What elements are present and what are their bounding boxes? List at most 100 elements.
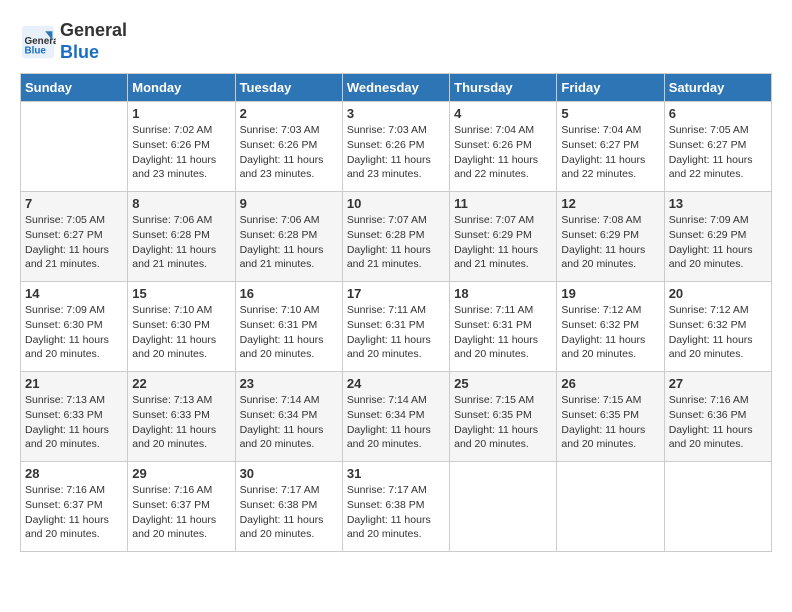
day-info: Sunrise: 7:17 AM Sunset: 6:38 PM Dayligh…	[347, 483, 445, 542]
day-header-wednesday: Wednesday	[342, 74, 449, 102]
day-number: 18	[454, 286, 552, 301]
day-number: 20	[669, 286, 767, 301]
day-cell: 5Sunrise: 7:04 AM Sunset: 6:27 PM Daylig…	[557, 102, 664, 192]
day-number: 10	[347, 196, 445, 211]
day-number: 28	[25, 466, 123, 481]
day-info: Sunrise: 7:16 AM Sunset: 6:37 PM Dayligh…	[132, 483, 230, 542]
day-info: Sunrise: 7:05 AM Sunset: 6:27 PM Dayligh…	[669, 123, 767, 182]
day-number: 27	[669, 376, 767, 391]
day-number: 24	[347, 376, 445, 391]
day-cell	[21, 102, 128, 192]
day-number: 23	[240, 376, 338, 391]
day-number: 19	[561, 286, 659, 301]
day-info: Sunrise: 7:09 AM Sunset: 6:29 PM Dayligh…	[669, 213, 767, 272]
day-number: 30	[240, 466, 338, 481]
day-info: Sunrise: 7:07 AM Sunset: 6:29 PM Dayligh…	[454, 213, 552, 272]
logo: General Blue General Blue	[20, 20, 127, 63]
day-number: 31	[347, 466, 445, 481]
day-cell: 8 Sunrise: 7:06 AM Sunset: 6:28 PM Daylig…	[128, 192, 235, 282]
day-info: Sunrise: 7:15 AM Sunset: 6:35 PM Dayligh…	[454, 393, 552, 452]
day-number: 25	[454, 376, 552, 391]
day-number: 15	[132, 286, 230, 301]
day-cell: 2 Sunrise: 7:03 AM Sunset: 6:26 PM Daylig…	[235, 102, 342, 192]
week-row-4: 21 Sunrise: 7:13 AM Sunset: 6:33 PM Dayli…	[21, 372, 772, 462]
day-number: 11	[454, 196, 552, 211]
day-cell: 26Sunrise: 7:15 AM Sunset: 6:35 PM Dayli…	[557, 372, 664, 462]
day-cell: 23 Sunrise: 7:14 AM Sunset: 6:34 PM Dayli…	[235, 372, 342, 462]
day-info: Sunrise: 7:07 AM Sunset: 6:28 PM Dayligh…	[347, 213, 445, 272]
day-info: Sunrise: 7:05 AM Sunset: 6:27 PM Dayligh…	[25, 213, 123, 272]
day-info: Sunrise: 7:11 AM Sunset: 6:31 PM Dayligh…	[454, 303, 552, 362]
day-cell: 25 Sunrise: 7:15 AM Sunset: 6:35 PM Dayli…	[450, 372, 557, 462]
calendar-table: SundayMondayTuesdayWednesdayThursdayFrid…	[20, 73, 772, 552]
day-info: Sunrise: 7:02 AM Sunset: 6:26 PM Dayligh…	[132, 123, 230, 182]
day-cell: 12Sunrise: 7:08 AM Sunset: 6:29 PM Dayli…	[557, 192, 664, 282]
day-info: Sunrise: 7:16 AM Sunset: 6:36 PM Dayligh…	[669, 393, 767, 452]
day-info: Sunrise: 7:06 AM Sunset: 6:28 PM Dayligh…	[240, 213, 338, 272]
day-number: 13	[669, 196, 767, 211]
day-info: Sunrise: 7:04 AM Sunset: 6:26 PM Dayligh…	[454, 123, 552, 182]
day-number: 7	[25, 196, 123, 211]
day-cell: 6 Sunrise: 7:05 AM Sunset: 6:27 PM Daylig…	[664, 102, 771, 192]
day-info: Sunrise: 7:08 AM Sunset: 6:29 PM Dayligh…	[561, 213, 659, 272]
day-cell: 24Sunrise: 7:14 AM Sunset: 6:34 PM Dayli…	[342, 372, 449, 462]
day-number: 8	[132, 196, 230, 211]
day-cell: 10 Sunrise: 7:07 AM Sunset: 6:28 PM Dayli…	[342, 192, 449, 282]
day-number: 21	[25, 376, 123, 391]
day-cell: 9 Sunrise: 7:06 AM Sunset: 6:28 PM Daylig…	[235, 192, 342, 282]
day-header-tuesday: Tuesday	[235, 74, 342, 102]
svg-text:Blue: Blue	[25, 45, 47, 56]
header-row: SundayMondayTuesdayWednesdayThursdayFrid…	[21, 74, 772, 102]
day-info: Sunrise: 7:12 AM Sunset: 6:32 PM Dayligh…	[561, 303, 659, 362]
day-info: Sunrise: 7:12 AM Sunset: 6:32 PM Dayligh…	[669, 303, 767, 362]
day-info: Sunrise: 7:13 AM Sunset: 6:33 PM Dayligh…	[132, 393, 230, 452]
day-number: 1	[132, 106, 230, 121]
day-info: Sunrise: 7:03 AM Sunset: 6:26 PM Dayligh…	[240, 123, 338, 182]
day-header-saturday: Saturday	[664, 74, 771, 102]
day-info: Sunrise: 7:17 AM Sunset: 6:38 PM Dayligh…	[240, 483, 338, 542]
day-cell: 11 Sunrise: 7:07 AM Sunset: 6:29 PM Dayli…	[450, 192, 557, 282]
logo-text-blue: Blue	[60, 42, 127, 64]
day-header-friday: Friday	[557, 74, 664, 102]
day-cell: 30 Sunrise: 7:17 AM Sunset: 6:38 PM Dayli…	[235, 462, 342, 552]
day-cell: 29Sunrise: 7:16 AM Sunset: 6:37 PM Dayli…	[128, 462, 235, 552]
week-row-3: 14Sunrise: 7:09 AM Sunset: 6:30 PM Dayli…	[21, 282, 772, 372]
day-cell: 16Sunrise: 7:10 AM Sunset: 6:31 PM Dayli…	[235, 282, 342, 372]
day-number: 9	[240, 196, 338, 211]
day-info: Sunrise: 7:14 AM Sunset: 6:34 PM Dayligh…	[240, 393, 338, 452]
day-cell: 17Sunrise: 7:11 AM Sunset: 6:31 PM Dayli…	[342, 282, 449, 372]
day-cell: 14Sunrise: 7:09 AM Sunset: 6:30 PM Dayli…	[21, 282, 128, 372]
day-number: 4	[454, 106, 552, 121]
day-header-thursday: Thursday	[450, 74, 557, 102]
day-info: Sunrise: 7:04 AM Sunset: 6:27 PM Dayligh…	[561, 123, 659, 182]
day-number: 17	[347, 286, 445, 301]
day-info: Sunrise: 7:06 AM Sunset: 6:28 PM Dayligh…	[132, 213, 230, 272]
day-info: Sunrise: 7:16 AM Sunset: 6:37 PM Dayligh…	[25, 483, 123, 542]
day-cell: 31 Sunrise: 7:17 AM Sunset: 6:38 PM Dayli…	[342, 462, 449, 552]
day-cell: 1 Sunrise: 7:02 AM Sunset: 6:26 PM Daylig…	[128, 102, 235, 192]
day-cell: 19 Sunrise: 7:12 AM Sunset: 6:32 PM Dayli…	[557, 282, 664, 372]
week-row-5: 28 Sunrise: 7:16 AM Sunset: 6:37 PM Dayli…	[21, 462, 772, 552]
day-number: 26	[561, 376, 659, 391]
day-number: 14	[25, 286, 123, 301]
day-cell: 18 Sunrise: 7:11 AM Sunset: 6:31 PM Dayli…	[450, 282, 557, 372]
logo-icon: General Blue	[20, 24, 56, 60]
day-number: 2	[240, 106, 338, 121]
day-cell: 21 Sunrise: 7:13 AM Sunset: 6:33 PM Dayli…	[21, 372, 128, 462]
day-info: Sunrise: 7:10 AM Sunset: 6:31 PM Dayligh…	[240, 303, 338, 362]
day-cell: 15Sunrise: 7:10 AM Sunset: 6:30 PM Dayli…	[128, 282, 235, 372]
logo-text-general: General	[60, 20, 127, 42]
day-info: Sunrise: 7:13 AM Sunset: 6:33 PM Dayligh…	[25, 393, 123, 452]
day-cell: 7 Sunrise: 7:05 AM Sunset: 6:27 PM Daylig…	[21, 192, 128, 282]
day-cell	[557, 462, 664, 552]
day-number: 6	[669, 106, 767, 121]
day-cell: 4 Sunrise: 7:04 AM Sunset: 6:26 PM Daylig…	[450, 102, 557, 192]
header: General Blue General Blue	[20, 20, 772, 63]
day-cell: 27 Sunrise: 7:16 AM Sunset: 6:36 PM Dayli…	[664, 372, 771, 462]
day-info: Sunrise: 7:03 AM Sunset: 6:26 PM Dayligh…	[347, 123, 445, 182]
day-number: 22	[132, 376, 230, 391]
day-cell: 20 Sunrise: 7:12 AM Sunset: 6:32 PM Dayli…	[664, 282, 771, 372]
day-header-monday: Monday	[128, 74, 235, 102]
day-cell	[664, 462, 771, 552]
day-cell	[450, 462, 557, 552]
